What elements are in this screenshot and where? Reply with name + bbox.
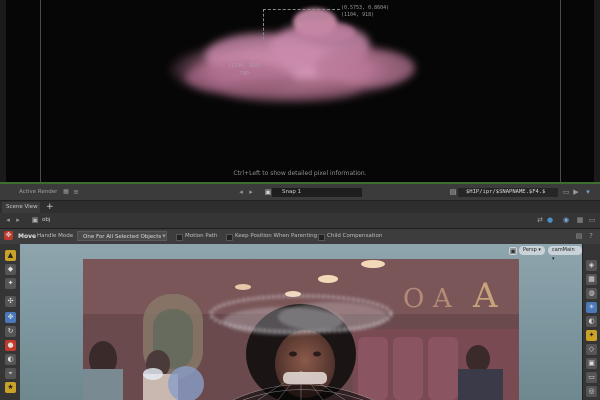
pose-tool-icon[interactable]: ✦ — [5, 278, 16, 289]
write-snapshot-icon[interactable]: ▶ — [572, 188, 580, 196]
zoom-icon[interactable]: ◂ — [237, 188, 245, 196]
back-arrow-icon[interactable]: ◂ — [4, 216, 12, 224]
forward-arrow-icon[interactable]: ▸ — [14, 216, 22, 224]
save-snapshot-icon[interactable]: ▤ — [449, 188, 457, 196]
tool-name: Move — [18, 233, 37, 240]
browse-icon[interactable]: ▭ — [562, 188, 570, 196]
right-toolbar: ◈ ▦ ◍ ☀ ◐ ✦ ◇ ▣ ▭ ◎ — [582, 244, 600, 400]
background-image-icon[interactable]: ◎ — [586, 386, 597, 397]
tab-scene-view[interactable]: Scene View — [2, 202, 40, 213]
svg-text:A: A — [432, 284, 453, 314]
grid-icon[interactable]: ▦ — [62, 188, 70, 196]
scene-photo-drawing: O A A — [83, 259, 519, 400]
scene-viewport[interactable]: O A A ▣ Persp ▾ camMain ▾ — [20, 244, 582, 400]
render-view[interactable]: (0.5753, 0.8604) (1104, 918) (1104, 918)… — [0, 0, 600, 184]
view-tool-icon[interactable]: ◐ — [5, 354, 16, 365]
handle-tool-icon[interactable]: ✣ — [5, 296, 16, 307]
scale-tool-icon[interactable]: ● — [5, 340, 16, 351]
center-readout-line2: rgb — [240, 70, 250, 76]
visualizer-icon[interactable]: ◇ — [586, 344, 597, 355]
pane-menu-icon[interactable]: ▦ — [576, 216, 584, 224]
persp-dropdown[interactable]: Persp ▾ — [519, 246, 545, 255]
display-options-icon[interactable]: ◉ — [562, 216, 570, 224]
keep-position-label: Keep Position When Parenting — [235, 233, 318, 239]
select-tool-icon[interactable]: ▲ — [5, 250, 16, 261]
help-icon[interactable]: ? — [587, 232, 595, 240]
active-render-button[interactable]: Active Render — [6, 187, 60, 197]
child-compensation-label: Child Compensation — [327, 233, 383, 239]
display-mode-icon[interactable]: ◈ — [586, 260, 597, 271]
camera-dropdown[interactable]: camMain ▾ — [548, 246, 582, 262]
pixel-probe-marker — [263, 9, 340, 40]
child-compensation-checkbox[interactable]: Child Compensation — [318, 232, 382, 241]
viewport-camera-lock-icon[interactable]: ▣ — [509, 247, 517, 255]
motion-path-label: Motion Path — [185, 233, 218, 239]
wireframe-icon[interactable]: ▦ — [586, 274, 597, 285]
render-view-right-margin — [594, 0, 600, 184]
render-frame-left-edge — [40, 0, 41, 182]
center-readout-line1: (1104, 918) — [228, 63, 262, 69]
pixel-uv-readout: (0.5753, 0.8604) — [341, 5, 390, 11]
tool-options-menu-icon[interactable]: ▤ — [575, 232, 583, 240]
handle-mode-label: Handle Mode — [37, 233, 74, 239]
svg-text:A: A — [472, 276, 498, 316]
path-bar: ◂ ▸ ▣ obj ⇄ ● ◉ ▦ ▭ — [0, 213, 600, 229]
chevron-down-icon[interactable]: ▾ — [160, 232, 168, 240]
render-view-left-margin — [0, 0, 6, 184]
move-tool-button[interactable]: ✥ — [5, 312, 16, 323]
move-tool-icon: ✥ — [4, 231, 13, 240]
texture-icon[interactable]: ▣ — [586, 358, 597, 369]
snap-path-field[interactable]: $HIP/ipr/$SNAPNAME.$F4.$ — [458, 188, 558, 197]
snap-tool-icon[interactable]: ⌖ — [5, 368, 16, 379]
left-toolbar: ▲ ◆ ✦ ✣ ✥ ↻ ● ◐ ⌖ ★ — [0, 244, 21, 400]
checkbox-box — [318, 234, 325, 241]
camera-view-icon[interactable]: ▭ — [586, 372, 597, 383]
obj-context-icon: ▣ — [31, 216, 39, 224]
motion-path-checkbox[interactable]: Motion Path — [176, 232, 217, 241]
tool-options-bar: ✥ Move Handle Mode One For All Selected … — [0, 229, 600, 245]
render-hint-text: Ctrl+Left to show detailed pixel informa… — [233, 170, 367, 177]
light-bulb-icon[interactable]: ✦ — [586, 330, 597, 341]
keep-position-checkbox[interactable]: Keep Position When Parenting — [226, 232, 317, 241]
network-path[interactable]: obj — [42, 216, 50, 225]
light-tool-icon[interactable]: ★ — [5, 382, 16, 393]
checkbox-box — [176, 234, 183, 241]
checkbox-box — [226, 234, 233, 241]
ghost-icon[interactable]: ◐ — [586, 316, 597, 327]
persp-label: Persp — [523, 247, 537, 253]
shaded-icon[interactable]: ◍ — [586, 288, 597, 299]
pin-icon[interactable]: ● — [546, 216, 554, 224]
transform-tool-icon[interactable]: ◆ — [5, 264, 16, 275]
handle-mode-select[interactable]: One For All Selected Objects — [77, 231, 167, 241]
fit-icon[interactable]: ▸ — [247, 188, 255, 196]
options-icon[interactable]: ▾ — [584, 188, 592, 196]
snap-name-field[interactable]: Snap 1 — [272, 188, 362, 197]
render-toolbar: Active Render ▦ ≡ ◂ ▸ ▣ Snap 1 ▤ $HIP/ip… — [0, 184, 600, 201]
rotate-tool-icon[interactable]: ↻ — [5, 326, 16, 337]
lighting-icon[interactable]: ☀ — [586, 302, 597, 313]
camera-label: camMain — [552, 247, 575, 253]
camera-background-image: O A A — [83, 259, 519, 400]
pane-maximize-icon[interactable]: ▭ — [588, 216, 596, 224]
snapshot-camera-icon[interactable]: ▣ — [264, 188, 272, 196]
svg-text:O: O — [403, 284, 424, 314]
menu-icon[interactable]: ≡ — [72, 188, 80, 196]
link-icon[interactable]: ⇄ — [536, 216, 544, 224]
pixel-xy-readout: (1104, 918) — [341, 12, 375, 18]
render-frame-right-edge — [560, 0, 561, 182]
add-tab-button[interactable]: + — [46, 201, 54, 213]
